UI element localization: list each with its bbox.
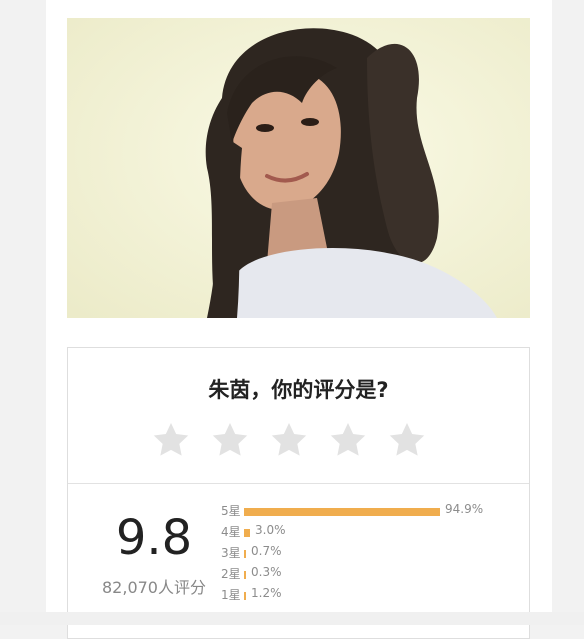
distribution-row-1: 1星 1.2% (221, 586, 521, 604)
distribution-label: 3星 (221, 546, 241, 560)
star-5-button[interactable] (387, 420, 427, 460)
star-rating-input[interactable] (151, 420, 451, 464)
star-icon (330, 423, 366, 456)
rating-count: 82,070人评分 (102, 578, 206, 597)
distribution-label: 5星 (221, 504, 241, 518)
distribution-bar (244, 508, 440, 516)
rating-question: 朱茵，你的评分是? (208, 378, 389, 402)
rating-card: 朱茵，你的评分是? 9.8 82,070人评分 5星 94.9% 4星 3.0% (67, 347, 530, 639)
distribution-label: 4星 (221, 525, 241, 539)
average-score: 9.8 (115, 510, 193, 566)
star-3-button[interactable] (269, 420, 309, 460)
star-4-button[interactable] (328, 420, 368, 460)
distribution-label: 1星 (221, 588, 241, 602)
star-1-button[interactable] (151, 420, 191, 460)
star-icon (153, 423, 189, 456)
distribution-bar (244, 550, 246, 558)
distribution-row-3: 3星 0.7% (221, 544, 521, 562)
distribution-percent: 0.7% (251, 544, 282, 558)
card-divider (68, 483, 529, 484)
distribution-percent: 3.0% (255, 523, 286, 537)
star-2-button[interactable] (210, 420, 250, 460)
distribution-label: 2星 (221, 567, 241, 581)
distribution-percent: 1.2% (251, 586, 282, 600)
bottom-edge (0, 612, 584, 625)
distribution-row-2: 2星 0.3% (221, 565, 521, 583)
distribution-row-5: 5星 94.9% (221, 502, 521, 520)
distribution-bar (244, 592, 246, 600)
star-icon (389, 423, 425, 456)
distribution-percent: 94.9% (445, 502, 484, 516)
distribution-bar (244, 529, 250, 537)
distribution-bar (244, 571, 246, 579)
star-icon (271, 423, 307, 456)
distribution-row-4: 4星 3.0% (221, 523, 521, 541)
portrait-illustration (67, 18, 530, 318)
star-icon (212, 423, 248, 456)
distribution-percent: 0.3% (251, 565, 282, 579)
portrait-photo (67, 18, 530, 318)
